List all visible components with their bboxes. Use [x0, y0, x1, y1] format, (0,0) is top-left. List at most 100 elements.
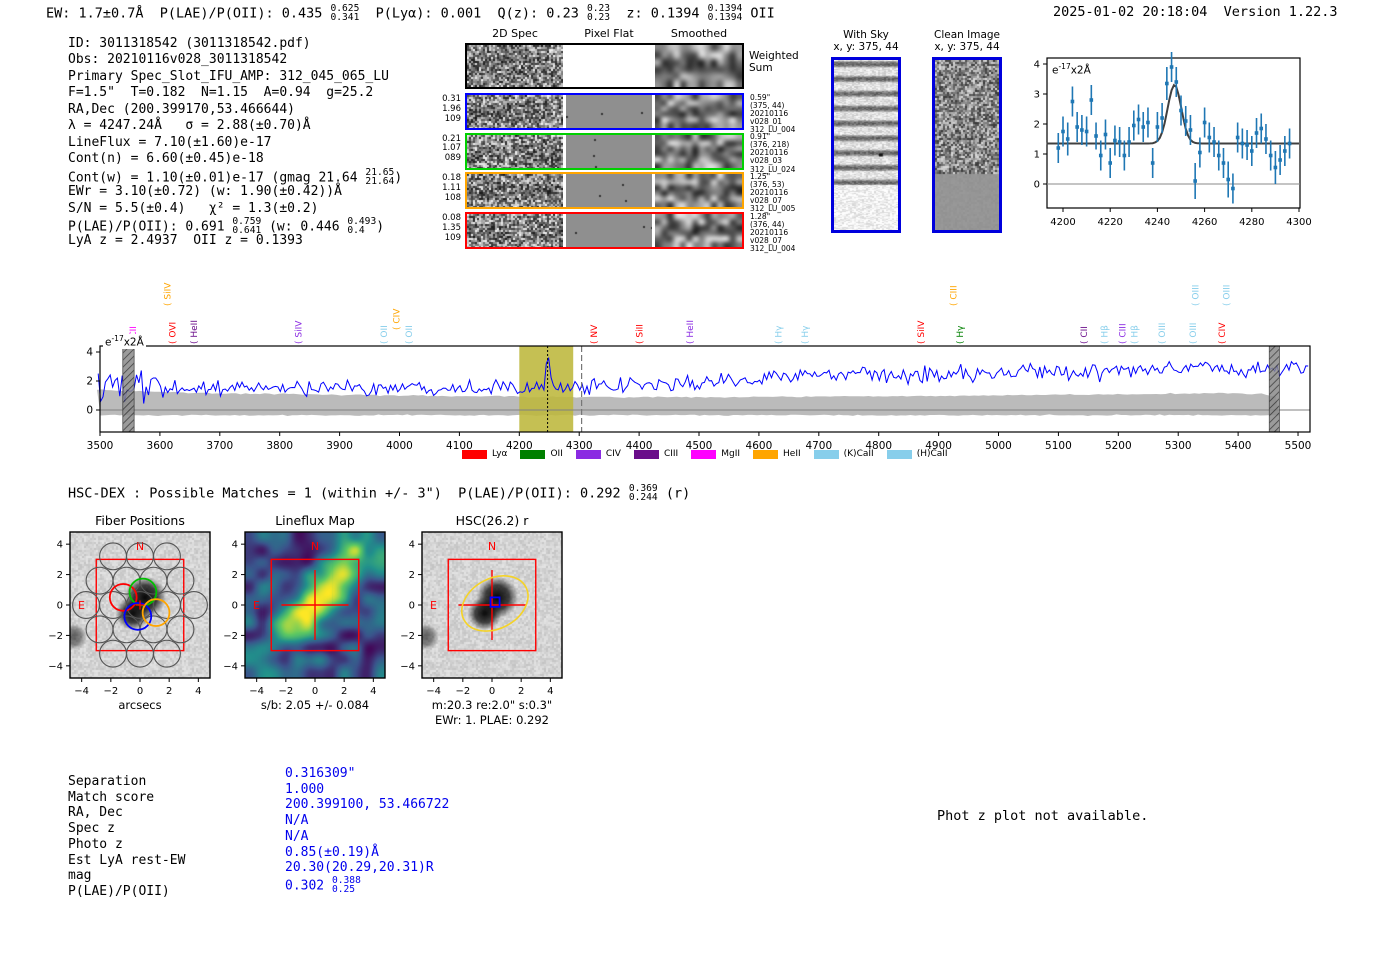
- stacked-uncertainty: 0.369 0.244: [628, 483, 658, 504]
- spec2d-image: [467, 95, 563, 128]
- text-segment: N/A: [285, 828, 309, 844]
- svg-text:2: 2: [232, 570, 238, 581]
- pixel-flat-image: [566, 214, 652, 248]
- fiber-row-id: 1.28" (376, 44) 20210116 v028_07 312_LU_004: [750, 211, 796, 253]
- svg-text:4280: 4280: [1239, 217, 1264, 228]
- legend-swatch: [462, 449, 487, 459]
- svg-text:5300: 5300: [1165, 440, 1192, 452]
- svg-text:2: 2: [341, 686, 347, 697]
- hsc-dex-header: HSC-DEX : Possible Matches = 1 (within +…: [68, 483, 691, 504]
- emission-line-label: ( HeII: [190, 320, 200, 344]
- image-panel-title: With Sky: [843, 29, 889, 41]
- emission-line-label: ( OVI: [168, 322, 178, 344]
- fiber-row-id: 1.25" (376, 53) 20210116 v028_07 312_LU_005: [750, 171, 796, 214]
- svg-text:0: 0: [137, 686, 143, 697]
- fiber-row-weights: 0.21 1.07 089: [442, 133, 461, 164]
- info-line: Obs: 20210116v028_3011318542: [68, 52, 287, 67]
- clean-image-box: [932, 57, 1002, 233]
- timestamp-version: 2025-01-02 20:18:04 Version 1.22.3: [1053, 4, 1338, 20]
- svg-text:5200: 5200: [1105, 440, 1132, 452]
- legend-swatch: [813, 449, 839, 459]
- sky-image: [834, 60, 898, 230]
- spec2d-image: [467, 134, 563, 168]
- image-panel-title: Clean Image: [933, 29, 1001, 41]
- legend-swatch: [575, 449, 601, 459]
- text-segment: F=1.5" T=0.182 N=1.15 A=0.94 g=25.2: [68, 85, 374, 101]
- spec2d-image: [467, 174, 563, 208]
- stacked-uncertainty: 0.493 0.4: [347, 215, 377, 237]
- emission-line-label: ( OIII: [1223, 285, 1233, 306]
- spec2d-image: [467, 214, 563, 248]
- cutout-xlabel2: EWr: 1. PLAE: 0.292: [435, 713, 549, 727]
- info-line: F=1.5" T=0.182 N=1.15 A=0.94 g=25.2: [68, 85, 373, 100]
- svg-text:4240: 4240: [1145, 217, 1170, 228]
- info-line: RA,Dec (200.399170,53.466644): [68, 102, 295, 117]
- legend-item: OII: [520, 449, 563, 459]
- svg-text:4200: 4200: [1050, 217, 1075, 228]
- text-segment: Cont(w) = 1.10(±0.01)e-17 (gmag 21.64: [68, 170, 366, 185]
- text-segment: ): [394, 170, 403, 185]
- svg-text:2: 2: [57, 570, 63, 581]
- cutout-fiber: N E −4 −4 −2 −2 0 0 2 2 4 4: [48, 531, 211, 697]
- legend-label: (K)CaII: [843, 449, 874, 459]
- svg-text:2: 2: [86, 376, 93, 388]
- text-segment: EW: 1.7±0.7Å P(LAE)/P(OII): 0.435: [46, 5, 331, 22]
- pixel-flat-image: [566, 95, 652, 128]
- text-segment: 200.399100, 53.466722: [285, 797, 450, 813]
- smoothed-image: [655, 134, 742, 168]
- legend-label: CIV: [605, 449, 621, 459]
- svg-text:3700: 3700: [206, 440, 233, 452]
- svg-text:4: 4: [57, 540, 63, 551]
- emission-line-label: ( CIII: [1119, 323, 1129, 344]
- elixer-report-page: EW: 1.7±0.7Å P(LAE)/P(OII): 0.435 0.625 0…: [0, 0, 1400, 953]
- svg-text:3: 3: [1034, 90, 1040, 101]
- text-segment: Cont(n) = 6.60(±0.45)e-18: [68, 151, 264, 167]
- text-segment: 20.30(20.29,20.31)R: [285, 860, 434, 876]
- svg-text:3600: 3600: [147, 440, 174, 452]
- clean-image: [935, 60, 999, 230]
- match-row-label: RA, Dec: [68, 805, 123, 821]
- svg-text:0: 0: [232, 601, 238, 612]
- svg-text:2: 2: [518, 686, 524, 697]
- match-row-label: Match score: [68, 789, 155, 805]
- legend-item: CIV: [575, 449, 621, 459]
- spec2d-fiber-row: [465, 172, 744, 210]
- text-segment: 0.85(±0.19)Å: [285, 844, 379, 860]
- svg-text:−2: −2: [278, 686, 293, 697]
- match-row-value: 0.302 0.388 0.25: [285, 875, 361, 894]
- emission-line-label: ( Hγ: [775, 325, 785, 344]
- svg-text:−2: −2: [48, 631, 63, 642]
- emission-line-label: ( CIV: [393, 308, 403, 330]
- spec2d-fiber-row: [465, 212, 744, 250]
- emission-line-label: ( CIV: [1218, 322, 1228, 344]
- emission-line-label: ( HeII: [686, 320, 696, 344]
- match-row-value: 1.000: [285, 782, 324, 797]
- emission-line-label: ( SiIV: [294, 320, 304, 344]
- text-segment: Obs: 20210116v028_3011318542: [68, 52, 288, 68]
- text-segment: LyA z = 2.4937 OII z = 0.1393: [68, 233, 303, 249]
- fiber-row-id: 0.91" (376, 218) 20210116 v028_03 312_LU_024: [750, 132, 796, 174]
- emission-line-label: ( OIII: [1158, 323, 1168, 344]
- svg-text:2: 2: [409, 570, 415, 581]
- svg-text:4: 4: [547, 686, 553, 697]
- svg-text:0: 0: [409, 601, 415, 612]
- smoothed-image: [655, 45, 742, 87]
- summary-header-line: EW: 1.7±0.7Å P(LAE)/P(OII): 0.435 0.625 0…: [46, 3, 775, 22]
- match-row-value: 0.85(±0.19)Å: [285, 845, 379, 860]
- svg-text:4: 4: [86, 347, 93, 359]
- svg-text:5400: 5400: [1225, 440, 1252, 452]
- match-row-value: 0.316309": [285, 766, 355, 781]
- legend-item: CIII: [633, 449, 678, 459]
- spectrum-unit-label: e-17x2Å: [103, 334, 146, 349]
- svg-text:5000: 5000: [985, 440, 1012, 452]
- smoothed-image: [655, 95, 742, 128]
- svg-text:4: 4: [232, 540, 238, 551]
- text-segment: (w: 0.446: [261, 219, 348, 235]
- legend-swatch: [520, 449, 546, 459]
- pixel-flat-image: [566, 174, 652, 208]
- svg-text:0: 0: [312, 686, 318, 697]
- smoothed-image: [655, 214, 742, 248]
- text-segment: P(LAE)/P(OII): 0.691: [68, 219, 233, 235]
- info-line: LineFlux = 7.10(±1.60)e-17: [68, 135, 272, 150]
- text-segment: (r): [657, 485, 691, 502]
